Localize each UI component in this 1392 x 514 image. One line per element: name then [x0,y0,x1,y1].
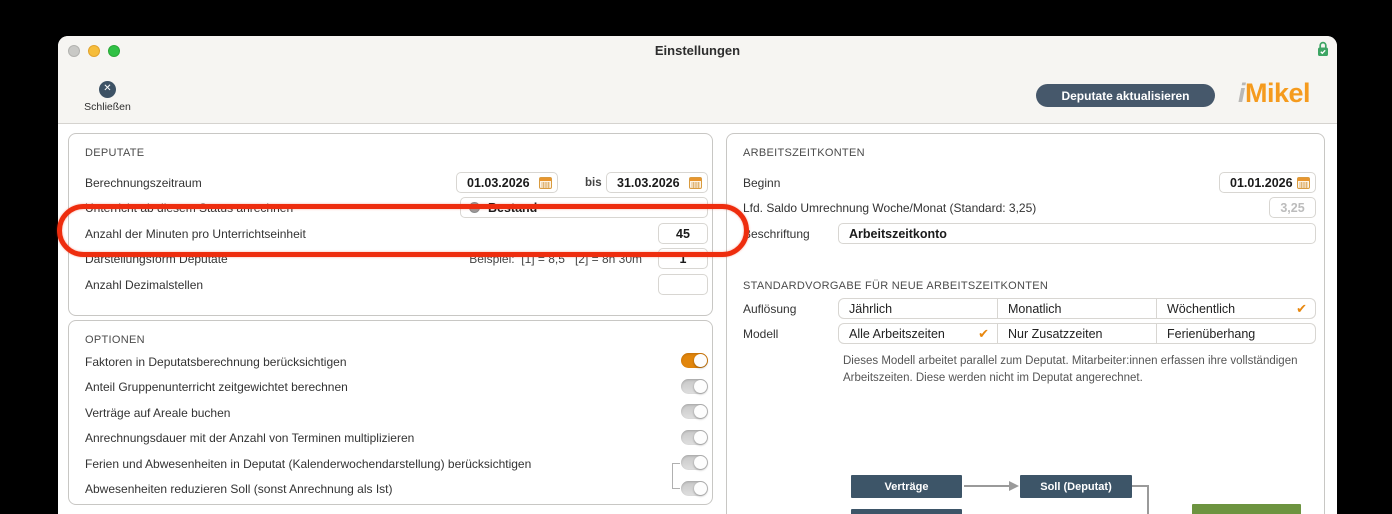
diagram-box-vertraege: Verträge [851,475,962,498]
status-label: Unterricht ab diesem Status anrechnen [85,201,294,215]
modell-label: Modell [743,327,779,341]
dezimal-input[interactable] [658,274,708,295]
status-dot-icon [469,202,480,213]
minuten-label: Anzahl der Minuten pro Unterrichtseinhei… [85,227,306,241]
calendar-icon[interactable] [1297,176,1310,189]
beginn-date-value: 01.01.2026 [1230,175,1293,190]
check-icon: ✔ [1296,300,1307,316]
toggle-label: Abwesenheiten reduzieren Soll (sonst Anr… [85,482,393,496]
status-dropdown[interactable]: Bestand [460,197,708,218]
calendar-icon[interactable] [539,176,552,189]
calendar-icon[interactable] [689,176,702,189]
toggle-label: Anrechnungsdauer mit der Anzahl von Term… [85,431,415,445]
logo-i: i [1238,78,1246,108]
toolbar: ✕ Schließen Deputate aktualisieren iMike… [58,66,1337,124]
beginn-date-field[interactable]: 01.01.2026 [1219,172,1316,193]
segment-label: Jährlich [849,301,893,316]
window-title: Einstellungen [654,43,741,58]
logo-rest: Mikel [1245,78,1311,108]
date-to-value: 31.03.2026 [617,175,680,190]
toggle-anrechnungsdauer[interactable] [681,430,708,445]
status-value: Bestand [488,200,538,215]
date-from-value: 01.03.2026 [467,175,530,190]
segment-jaehrlich[interactable]: Jährlich ✔ [839,299,997,318]
berechnungszeitraum-label: Berechnungszeitraum [85,176,202,190]
date-to-field[interactable]: 31.03.2026 [606,172,708,193]
toggle-faktoren[interactable] [681,353,708,368]
toggle-vertraege-areale[interactable] [681,404,708,419]
beschriftung-label: Beschriftung [743,227,810,241]
panel-deputate: DEPUTATE Berechnungszeitraum 01.03.2026 … [68,133,713,316]
diagram-box-partial [851,509,962,514]
close-icon: ✕ [99,80,116,98]
segment-label: Wöchentlich [1167,301,1236,316]
panel-arbeitszeitkonten: ARBEITSZEITKONTEN Beginn 01.01.2026 Lfd.… [726,133,1325,514]
aufloesung-label: Auflösung [743,302,797,316]
segment-monatlich[interactable]: Monatlich ✔ [997,299,1156,318]
close-button-label: Schließen [84,100,131,113]
update-deputate-button[interactable]: Deputate aktualisieren [1036,84,1215,107]
saldo-label: Lfd. Saldo Umrechnung Woche/Monat (Stand… [743,201,1037,215]
content-area: DEPUTATE Berechnungszeitraum 01.03.2026 … [58,124,1337,514]
diagram-connector-line [1132,481,1156,514]
toggle-label: Verträge auf Areale buchen [85,406,231,420]
toggle-label: Faktoren in Deputatsberechnung berücksic… [85,355,347,369]
segment-label: Alle Arbeitszeiten [849,326,945,341]
segment-alle-arbeitszeiten[interactable]: Alle Arbeitszeiten ✔ [839,324,997,343]
segment-woechentlich[interactable]: Wöchentlich ✔ [1156,299,1315,318]
dezimal-label: Anzahl Dezimalstellen [85,278,204,292]
segment-label: Monatlich [1008,301,1062,316]
minuten-input[interactable]: 45 [658,223,708,244]
optionen-title: OPTIONEN [85,334,145,346]
diagram-arrow-icon [964,480,1019,492]
beginn-label: Beginn [743,176,781,190]
bis-label: bis [585,177,602,189]
arbeitszeitkonten-title: ARBEITSZEITKONTEN [743,147,865,159]
toggle-link-bracket [672,463,680,489]
beschriftung-input[interactable]: Arbeitszeitkonto [838,223,1316,244]
toggle-label: Ferien und Abwesenheiten in Deputat (Kal… [85,457,532,471]
date-from-field[interactable]: 01.03.2026 [456,172,558,193]
settings-window: Einstellungen ✕ Schließen Deputate aktua… [58,36,1337,514]
toggle-abwesenheiten-soll[interactable] [681,481,708,496]
modell-segmented-control: Alle Arbeitszeiten ✔ Nur Zusatzzeiten ✔ … [838,323,1316,344]
imikel-logo: iMikel [1238,78,1311,109]
aufloesung-segmented-control: Jährlich ✔ Monatlich ✔ Wöchentlich ✔ [838,298,1316,319]
saldo-input[interactable]: 3,25 [1269,197,1316,218]
segment-label: Nur Zusatzzeiten [1008,326,1103,341]
segment-ferienueberhang[interactable]: Ferienüberhang ✔ [1156,324,1315,343]
modell-description: Dieses Modell arbeitet parallel zum Depu… [843,355,1298,384]
segment-label: Ferienüberhang [1167,326,1256,341]
panel-optionen: OPTIONEN Faktoren in Deputatsberechnung … [68,320,713,505]
standardvorgabe-title: STANDARDVORGABE FÜR NEUE ARBEITSZEITKONT… [743,280,1049,292]
darstellung-label: Darstellungsform Deputate [85,252,228,266]
toggle-ferien-abwesenheiten[interactable] [681,455,708,470]
toggle-label: Anteil Gruppenunterricht zeitgewichtet b… [85,380,348,394]
title-bar: Einstellungen [58,36,1337,66]
lock-check-icon [1317,41,1329,57]
darstellung-input[interactable]: 1 [658,248,708,269]
close-button[interactable]: ✕ Schließen [80,78,135,113]
check-icon: ✔ [978,325,989,341]
deputate-title: DEPUTATE [85,147,145,159]
diagram-box-soll-deputat: Soll (Deputat) [1020,475,1132,498]
darstellung-hint: Beispiel: [1] = 8,5 [2] = 8h 30m [469,252,642,266]
diagram-box-partial-green [1192,504,1301,514]
toggle-gruppenunterricht[interactable] [681,379,708,394]
segment-nur-zusatzzeiten[interactable]: Nur Zusatzzeiten ✔ [997,324,1156,343]
